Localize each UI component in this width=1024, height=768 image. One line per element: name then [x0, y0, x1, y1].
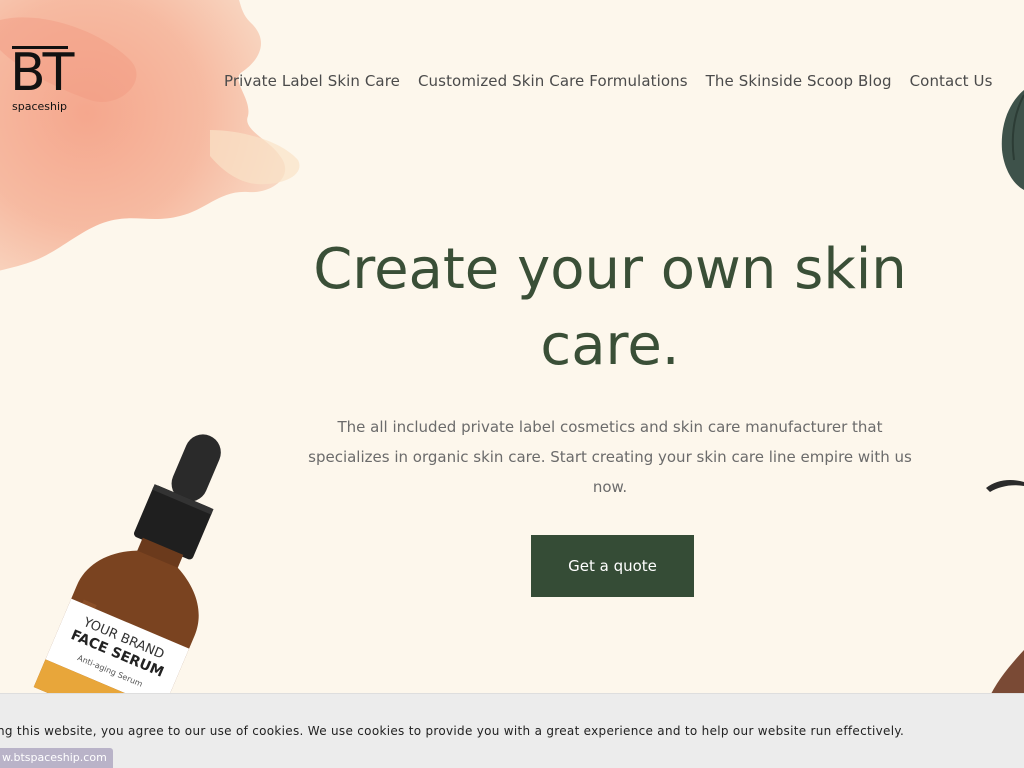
nav-item-contact[interactable]: Contact Us [910, 72, 993, 90]
nav-item-private-label[interactable]: Private Label Skin Care [224, 72, 400, 90]
hero-subtitle: The all included private label cosmetics… [308, 418, 912, 496]
status-url: w.btspaceship.com [0, 748, 113, 768]
get-quote-button[interactable]: Get a quote [531, 535, 694, 597]
plant-leaf-image [986, 90, 1024, 700]
page: BT spaceship Private Label Skin Care Cus… [0, 0, 1024, 768]
cookie-banner: ng this website, you agree to our use of… [0, 693, 1024, 768]
hero-title: Create your own skin care. [313, 237, 907, 378]
brand-logo[interactable]: BT spaceship [10, 44, 80, 116]
nav-item-blog[interactable]: The Skinside Scoop Blog [706, 72, 892, 90]
cookie-notice-text: ng this website, you agree to our use of… [0, 724, 905, 738]
nav-item-customized-formulations[interactable]: Customized Skin Care Formulations [418, 72, 688, 90]
face-serum-bottle-image: YOUR BRAND FACE SERUM Anti-aging Serum [33, 434, 221, 700]
main-nav: Private Label Skin Care Customized Skin … [224, 72, 993, 90]
logo-mark: BT [10, 44, 80, 99]
